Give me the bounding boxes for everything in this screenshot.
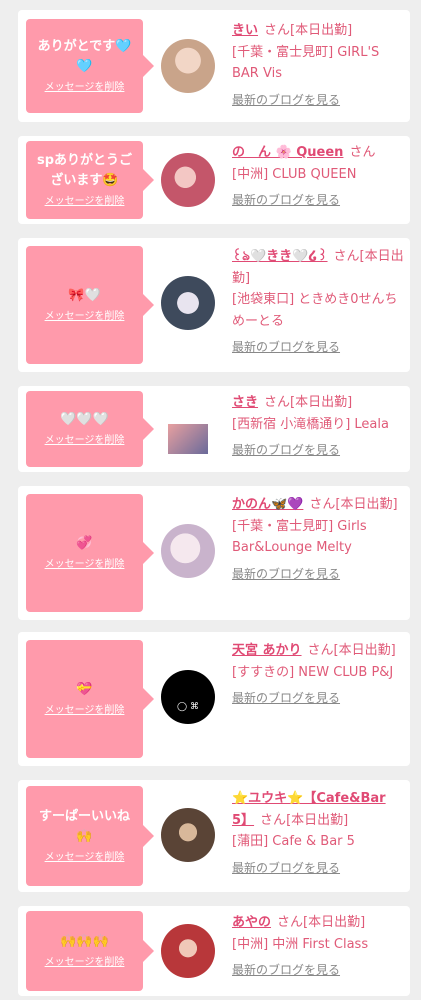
message-text: 🎀🤍 (68, 288, 101, 303)
status-label: [本日出勤] (333, 643, 396, 658)
message-bubble: すーぱーいいね🙌 メッセージを削除 (26, 786, 154, 886)
cast-name-link[interactable]: 天宮 あかり (232, 643, 302, 658)
san-label: さん (307, 643, 334, 658)
avatar[interactable] (161, 524, 215, 578)
message-text: すーぱーいいね🙌 (38, 809, 130, 844)
delete-message-link[interactable]: メッセージを削除 (45, 558, 125, 572)
message-text: spありがとうございます🤩 (36, 153, 133, 188)
avatar[interactable] (161, 153, 215, 207)
status-label: [本日出勤] (290, 395, 353, 410)
cast-name-link[interactable]: かのん🦋💜 (232, 497, 303, 512)
delete-message-link[interactable]: メッセージを削除 (45, 310, 125, 324)
cast-info: きい さん[本日出勤] [千葉・富士見町] GIRL'S BAR Vis 最新のブ… (232, 20, 404, 111)
san-label: さん (309, 497, 336, 512)
cast-info: かのん🦋💜 さん[本日出勤] [千葉・富士見町] Girls Bar&Lounge… (232, 494, 404, 585)
shop-label: [千葉・富士見町] Girls Bar&Lounge Melty (232, 518, 367, 556)
latest-blog-link[interactable]: 最新のブログを見る (232, 192, 340, 208)
message-text: 💞 (76, 536, 93, 551)
cast-name-link[interactable]: さき (232, 395, 258, 410)
latest-blog-link[interactable]: 最新のブログを見る (232, 442, 340, 458)
cast-info: の ん 🌸 Queen さん [中洲] CLUB QUEEN 最新のブログを見る (232, 142, 404, 212)
delete-message-link[interactable]: メッセージを削除 (45, 81, 125, 95)
message-card: すーぱーいいね🙌 メッセージを削除 ⭐ユウキ⭐【Cafe&Bar 5】 さん[本日… (18, 780, 410, 892)
avatar[interactable] (161, 276, 215, 330)
avatar[interactable] (161, 924, 215, 978)
message-card: 💝 メッセージを削除 ◯ ⌘ 天宮 あかり さん[本日出勤] [すすきの] NEW… (18, 632, 410, 766)
latest-blog-link[interactable]: 最新のブログを見る (232, 92, 340, 108)
latest-blog-link[interactable]: 最新のブログを見る (232, 690, 340, 706)
message-card: spありがとうございます🤩 メッセージを削除 の ん 🌸 Queen さん [中洲… (18, 136, 410, 224)
delete-message-link[interactable]: メッセージを削除 (45, 851, 125, 865)
latest-blog-link[interactable]: 最新のブログを見る (232, 860, 340, 876)
cast-info: 天宮 あかり さん[本日出勤] [すすきの] NEW CLUB P&J 最新のブロ… (232, 640, 404, 710)
san-label: さん (260, 812, 287, 828)
san-label: さん (333, 249, 360, 264)
status-label: [本日出勤] (286, 812, 349, 828)
latest-blog-link[interactable]: 最新のブログを見る (232, 566, 340, 582)
message-card: 🙌🙌🙌 メッセージを削除 あやの さん[本日出勤] [中洲] 中洲 First C… (18, 906, 410, 996)
cast-info: あやの さん[本日出勤] [中洲] 中洲 First Class 最新のブログを見… (232, 912, 404, 982)
san-label: さん (349, 145, 376, 160)
message-card: 🤍🤍🤍 メッセージを削除 さき さん[本日出勤] [西新宿 小滝橋通り] Leal… (18, 386, 410, 472)
delete-message-link[interactable]: メッセージを削除 (45, 956, 125, 970)
latest-blog-link[interactable]: 最新のブログを見る (232, 962, 340, 978)
latest-blog-link[interactable]: 最新のブログを見る (232, 339, 340, 355)
delete-message-link[interactable]: メッセージを削除 (45, 195, 125, 209)
cast-name-link[interactable]: ꒰ঌ🤍きき🤍໒꒱ (232, 249, 328, 264)
cast-name-link[interactable]: あやの (232, 915, 271, 930)
message-bubble: spありがとうございます🤩 メッセージを削除 (26, 141, 154, 219)
message-bubble: 💝 メッセージを削除 (26, 640, 154, 758)
san-label: さん (264, 395, 291, 410)
message-text: 🤍🤍🤍 (60, 412, 109, 427)
san-label: さん (264, 23, 291, 38)
avatar[interactable] (168, 424, 208, 454)
status-label: [本日出勤] (335, 497, 398, 512)
san-label: さん (277, 915, 304, 930)
cast-info: ꒰ঌ🤍きき🤍໒꒱ さん[本日出勤] [池袋東口] ときめき0せんちめーとる 最新の… (232, 246, 404, 359)
message-card: 🎀🤍 メッセージを削除 ꒰ঌ🤍きき🤍໒꒱ さん[本日出勤] [池袋東口] ときめき… (18, 238, 410, 372)
status-label: [本日出勤] (303, 915, 366, 930)
message-card: ありがとです🩵🩵 メッセージを削除 きい さん[本日出勤] [千葉・富士見町] G… (18, 10, 410, 122)
cast-name-link[interactable]: きい (232, 23, 258, 38)
shop-label: [中洲] CLUB QUEEN (232, 166, 357, 182)
message-bubble: 🎀🤍 メッセージを削除 (26, 246, 154, 364)
cast-info: さき さん[本日出勤] [西新宿 小滝橋通り] Leala 最新のブログを見る (232, 392, 404, 462)
message-text: ありがとです🩵🩵 (37, 39, 132, 74)
message-card: 💞 メッセージを削除 かのん🦋💜 さん[本日出勤] [千葉・富士見町] Girls… (18, 486, 410, 620)
delete-message-link[interactable]: メッセージを削除 (45, 704, 125, 718)
message-text: 💝 (76, 682, 93, 697)
shop-label: [西新宿 小滝橋通り] Leala (232, 416, 389, 432)
cast-info: ⭐ユウキ⭐【Cafe&Bar 5】 さん[本日出勤] [蒲田] Cafe & Ba… (232, 788, 404, 879)
avatar[interactable] (161, 39, 215, 93)
message-bubble: 💞 メッセージを削除 (26, 494, 154, 612)
cast-name-link[interactable]: の ん 🌸 Queen (232, 145, 343, 160)
shop-label: [千葉・富士見町] GIRL'S BAR Vis (232, 44, 380, 82)
message-bubble: 🙌🙌🙌 メッセージを削除 (26, 911, 154, 991)
message-bubble: ありがとです🩵🩵 メッセージを削除 (26, 19, 154, 113)
avatar[interactable] (161, 808, 215, 862)
message-bubble: 🤍🤍🤍 メッセージを削除 (26, 391, 154, 467)
delete-message-link[interactable]: メッセージを削除 (45, 434, 125, 448)
shop-label: [池袋東口] ときめき0せんちめーとる (232, 292, 398, 329)
shop-label: [蒲田] Cafe & Bar 5 (232, 834, 355, 849)
shop-label: [すすきの] NEW CLUB P&J (232, 664, 394, 680)
message-text: 🙌🙌🙌 (60, 934, 109, 949)
avatar-logo-text: ◯ ⌘ (177, 702, 199, 712)
status-label: [本日出勤] (290, 23, 353, 38)
avatar[interactable]: ◯ ⌘ (161, 670, 215, 724)
shop-label: [中洲] 中洲 First Class (232, 936, 369, 952)
